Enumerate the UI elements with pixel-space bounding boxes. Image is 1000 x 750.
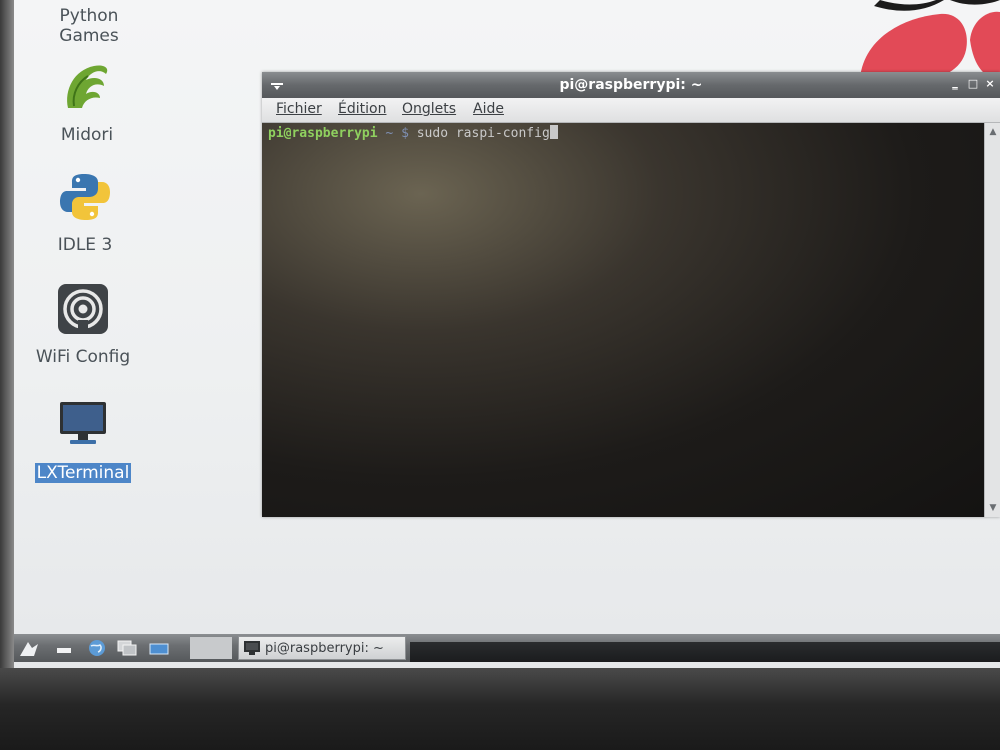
scroll-up-arrow-icon[interactable]: ▲	[985, 125, 1000, 139]
desktop-icon-idle3[interactable]: IDLE 3	[30, 170, 140, 255]
terminal-icon	[244, 641, 260, 655]
window-title-bar[interactable]: pi@raspberrypi: ~ ‗ □ ×	[262, 72, 1000, 98]
desktop-icon-label: Python	[59, 6, 119, 26]
desktop-icon-label: WiFi Config	[35, 347, 131, 367]
prompt-path: ~	[377, 126, 402, 141]
text-cursor	[549, 125, 558, 139]
python-icon	[60, 174, 110, 220]
menu-aide[interactable]: Aide	[473, 101, 504, 117]
prompt-user: pi@raspberrypi	[268, 126, 378, 141]
desktop-pager-slot[interactable]	[190, 637, 232, 659]
prompt-line: pi@raspberrypi ~ $ sudo raspi-config	[268, 125, 558, 141]
taskbar-task-label: pi@raspberrypi: ~	[265, 641, 384, 656]
show-desktop-icon[interactable]	[54, 638, 76, 658]
wifi-config-icon	[58, 284, 108, 334]
scroll-down-arrow-icon[interactable]: ▼	[985, 501, 1000, 515]
menu-onglets[interactable]: Onglets	[402, 101, 456, 117]
desktop-icon-midori[interactable]: Midori	[32, 60, 142, 145]
desktop-icon-lxterminal[interactable]: LXTerminal	[28, 398, 138, 483]
maximize-button[interactable]: □	[966, 76, 980, 92]
taskbar: pi@raspberrypi: ~	[14, 634, 1000, 662]
desktop-icon-label: LXTerminal	[34, 463, 132, 483]
minimize-button[interactable]: ‗	[948, 76, 962, 92]
taskbar-empty-area	[410, 642, 1000, 662]
desktop-icon-label: IDLE 3	[57, 235, 113, 255]
terminal-window[interactable]: pi@raspberrypi: ~ ‗ □ × Fichier Édition …	[262, 72, 1000, 517]
terminal-output[interactable]: pi@raspberrypi ~ $ sudo raspi-config	[262, 123, 984, 517]
monitor-icon	[60, 402, 106, 444]
close-button[interactable]: ×	[983, 76, 997, 92]
web-browser-icon[interactable]	[86, 638, 108, 658]
terminal-scrollbar[interactable]: ▲ ▼	[984, 123, 1000, 517]
desktop-icon-label: Games	[59, 26, 119, 46]
desktop-icon-label: Midori	[60, 125, 114, 145]
desktop-icon-wifi-config[interactable]: WiFi Config	[28, 282, 138, 367]
monitor-bezel-bottom	[0, 668, 1000, 750]
command-text: sudo raspi-config	[408, 126, 550, 141]
window-switcher-icon[interactable]	[116, 638, 138, 658]
midori-icon	[67, 65, 108, 108]
menu-bar: Fichier Édition Onglets Aide	[262, 98, 1000, 123]
desktop-icon-python-games[interactable]: Python Games	[34, 6, 144, 46]
taskbar-task-terminal[interactable]: pi@raspberrypi: ~	[238, 636, 406, 660]
menu-edition[interactable]: Édition	[338, 101, 386, 117]
monitor-bezel-left	[0, 0, 14, 668]
desktop-screen: Python Games Midori IDLE 3 WiFi Config L…	[0, 0, 1000, 668]
desktop-pager-icon[interactable]	[148, 638, 170, 658]
prompt-symbol: $	[401, 126, 409, 141]
menu-fichier[interactable]: Fichier	[276, 101, 322, 117]
window-title: pi@raspberrypi: ~	[559, 77, 703, 93]
raspberry-wallpaper-logo	[860, 0, 1000, 80]
lxde-menu-icon[interactable]	[18, 638, 40, 658]
